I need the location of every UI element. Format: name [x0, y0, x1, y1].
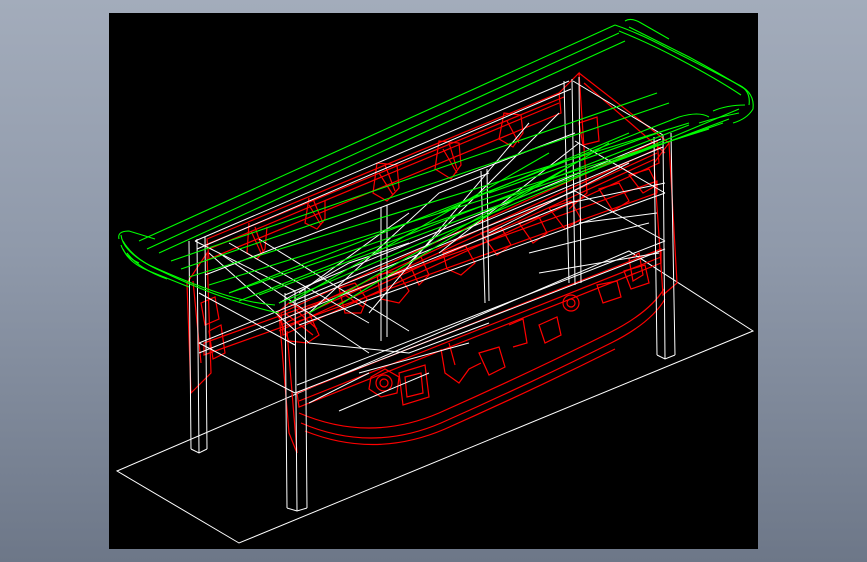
red-carved-apron: [186, 71, 678, 454]
ground-plane-outline: [115, 250, 755, 544]
cad-viewport[interactable]: [109, 13, 758, 549]
table-wireframe-drawing: [115, 18, 755, 544]
